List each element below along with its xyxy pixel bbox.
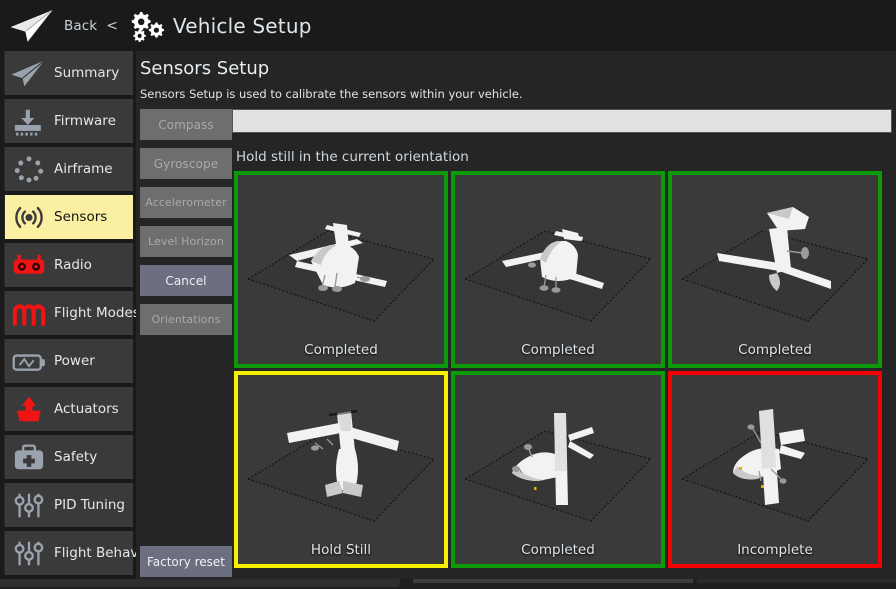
sidebar-item-label: Power bbox=[54, 353, 95, 369]
sidebar-item-label: Safety bbox=[54, 449, 97, 465]
sidebar-item-flight-modes[interactable]: Flight Modes bbox=[4, 291, 133, 335]
paper-plane-icon bbox=[9, 56, 49, 90]
sidebar-item-pid-tuning[interactable]: PID Tuning bbox=[4, 483, 133, 527]
back-chevron-icon[interactable]: < bbox=[106, 18, 118, 34]
orientation-tile-nose-left[interactable]: Completed bbox=[451, 171, 665, 368]
sidebar-item-flight-behavior[interactable]: Flight Behavior bbox=[4, 531, 133, 575]
gyroscope-button: Gyroscope bbox=[140, 148, 232, 179]
compass-button: Compass bbox=[140, 109, 232, 140]
sensors-setup-description: Sensors Setup is used to calibrate the s… bbox=[136, 79, 896, 101]
orientation-tile-grid: Completed Completed bbox=[234, 171, 886, 571]
level-horizon-button: Level Horizon bbox=[140, 226, 232, 257]
sidebar-item-actuators[interactable]: Actuators bbox=[4, 387, 133, 431]
app-header: Back < Vehicle Setup bbox=[0, 0, 896, 51]
sidebar-item-safety[interactable]: Safety bbox=[4, 435, 133, 479]
content-panel: Sensors Setup Sensors Setup is used to c… bbox=[136, 51, 896, 589]
bottom-strip-mid bbox=[413, 579, 693, 583]
bottom-strip-left bbox=[0, 579, 400, 587]
orientation-tile-label: Completed bbox=[304, 342, 378, 358]
orientation-tile-right-side[interactable]: Incomplete bbox=[668, 371, 882, 568]
sidebar: Summary Firmware Airframe Sensors Radio Flig… bbox=[0, 51, 136, 589]
sidebar-item-radio[interactable]: Radio bbox=[4, 243, 133, 287]
sidebar-item-label: Flight Modes bbox=[54, 305, 140, 321]
orientation-tile-label: Completed bbox=[738, 342, 812, 358]
safety-kit-icon bbox=[9, 440, 49, 474]
flight-modes-wave-icon bbox=[9, 296, 49, 330]
sidebar-item-label: Firmware bbox=[54, 113, 116, 129]
calibration-area: Hold still in the current orientation Co… bbox=[232, 109, 896, 589]
actuator-motor-icon bbox=[9, 392, 49, 426]
orientation-tile-nose-down[interactable]: Completed bbox=[668, 171, 882, 368]
sidebar-item-summary[interactable]: Summary bbox=[4, 51, 133, 95]
sidebar-item-sensors[interactable]: Sensors bbox=[4, 195, 133, 239]
sidebar-item-label: Airframe bbox=[54, 161, 113, 177]
sidebar-item-label: Summary bbox=[54, 65, 119, 81]
orientation-tile-label: Hold Still bbox=[311, 542, 371, 558]
orientation-tile-left-side[interactable]: Completed bbox=[451, 371, 665, 568]
calibration-status-text: Hold still in the current orientation bbox=[232, 133, 896, 165]
orientations-button: Orientations bbox=[140, 304, 232, 335]
orientation-tile-level[interactable]: Completed bbox=[234, 171, 448, 368]
sidebar-item-label: Radio bbox=[54, 257, 92, 273]
sidebar-item-power[interactable]: Power bbox=[4, 339, 133, 383]
sidebar-item-label: PID Tuning bbox=[54, 497, 125, 513]
back-label[interactable]: Back bbox=[64, 18, 97, 34]
paper-plane-icon[interactable] bbox=[10, 9, 56, 43]
gears-icon bbox=[126, 9, 166, 43]
bottom-strip bbox=[0, 579, 896, 589]
factory-reset-button[interactable]: Factory reset bbox=[140, 546, 232, 577]
calibration-button-column: Compass Gyroscope Accelerometer Level Horiz… bbox=[140, 109, 232, 343]
sliders-icon bbox=[9, 536, 49, 570]
accelerometer-button: Accelerometer bbox=[140, 187, 232, 218]
sidebar-item-label: Actuators bbox=[54, 401, 119, 417]
sensors-setup-title: Sensors Setup bbox=[136, 51, 896, 79]
sliders-icon bbox=[9, 488, 49, 522]
calibration-progress-bar bbox=[232, 109, 892, 133]
battery-icon bbox=[9, 344, 49, 378]
sidebar-item-firmware[interactable]: Firmware bbox=[4, 99, 133, 143]
page-title: Vehicle Setup bbox=[173, 14, 312, 38]
sensors-waves-icon bbox=[9, 200, 49, 234]
orientation-tile-label: Completed bbox=[521, 542, 595, 558]
radio-controller-icon bbox=[9, 248, 49, 282]
sidebar-item-label: Sensors bbox=[54, 209, 107, 225]
sidebar-item-airframe[interactable]: Airframe bbox=[4, 147, 133, 191]
orientation-tile-upside-down[interactable]: Hold Still bbox=[234, 371, 448, 568]
bottom-strip-right bbox=[697, 579, 896, 583]
progress-fill bbox=[233, 110, 891, 132]
firmware-download-icon bbox=[9, 104, 49, 138]
cancel-button[interactable]: Cancel bbox=[140, 265, 232, 296]
airframe-dots-icon bbox=[9, 152, 49, 186]
vehicle-setup-window: Back < Vehicle Setup Summary Firmware Airf… bbox=[0, 0, 896, 589]
orientation-tile-label: Completed bbox=[521, 342, 595, 358]
orientation-tile-label: Incomplete bbox=[737, 542, 813, 558]
